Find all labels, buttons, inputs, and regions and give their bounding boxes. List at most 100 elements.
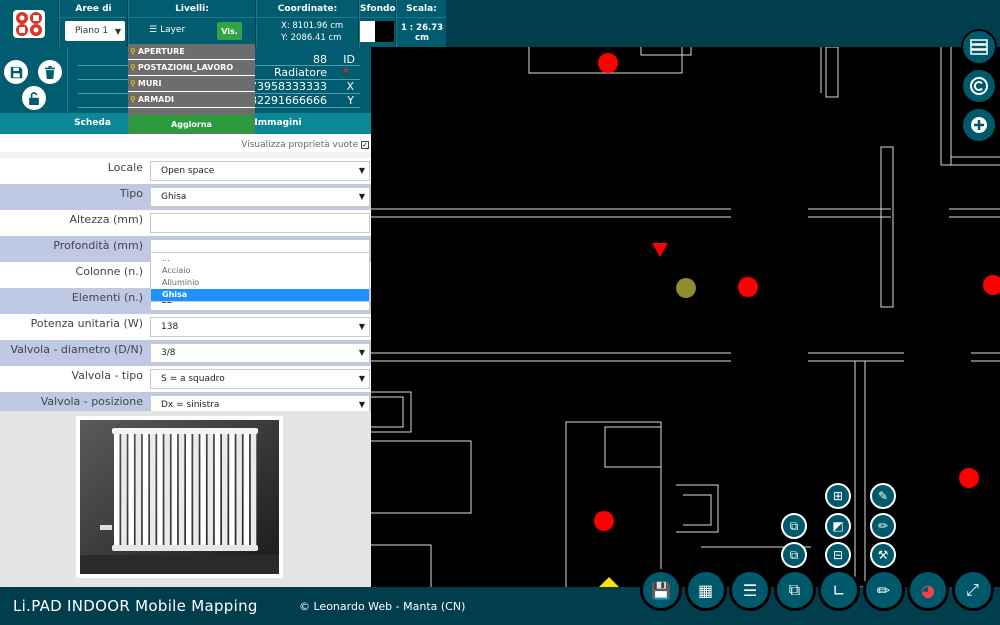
- layer-item-label: ARMADI: [137, 94, 174, 104]
- white-swatch[interactable]: [360, 21, 375, 42]
- edit-shape-icon: ◩: [832, 519, 844, 533]
- delete-shape-button[interactable]: ⊟: [825, 542, 851, 568]
- piano-select[interactable]: Piano 1 ▼: [65, 21, 125, 41]
- list-icon: ☰: [149, 25, 158, 35]
- delete-shape-icon: ⊟: [832, 548, 844, 562]
- chevron-down-icon: ▼: [358, 166, 365, 175]
- floor-plan[interactable]: [371, 47, 1000, 587]
- tipo-option[interactable]: Acciaio: [151, 265, 369, 277]
- copyright-button[interactable]: [961, 68, 997, 104]
- y-label: Y: [347, 94, 354, 107]
- layer-label: Layer: [160, 25, 186, 35]
- duplicate-element-button[interactable]: ⧉: [781, 542, 807, 568]
- edit-shape-button[interactable]: ◩: [825, 513, 851, 539]
- map-pin-icon: ⚲: [130, 46, 136, 56]
- radiator-tube: [214, 430, 221, 550]
- radiator-tube: [157, 430, 163, 550]
- draw-line-button[interactable]: ✏: [870, 513, 896, 539]
- scala-value: 1 : 26.73 cm: [400, 23, 444, 43]
- app-logo[interactable]: [0, 0, 58, 47]
- radiator-tube: [236, 430, 242, 550]
- pencil-button[interactable]: ✏: [862, 569, 905, 611]
- pie-chart-button[interactable]: ◕: [907, 569, 949, 611]
- field-label: Profondità (mm): [53, 239, 143, 252]
- map-canvas[interactable]: [371, 47, 1000, 587]
- selected-radiator-marker[interactable]: [676, 278, 696, 298]
- unlock-button[interactable]: [22, 86, 46, 110]
- copy-element-button[interactable]: ⧉: [781, 513, 807, 539]
- aggiorna-button[interactable]: Aggiorna: [129, 115, 254, 133]
- measure-button[interactable]: ⚒: [870, 542, 896, 568]
- trash-icon: [45, 65, 55, 79]
- pie-chart-icon: ◕: [921, 580, 935, 600]
- coord-x: X: 8101.96 cm: [281, 21, 344, 31]
- radiator-tube: [114, 430, 120, 550]
- livelli-label: Livelli:: [129, 0, 255, 18]
- tipo-option[interactable]: Ghisa: [151, 289, 369, 301]
- sfondo-label: Sfondo:: [360, 0, 399, 18]
- save-button[interactable]: 💾: [640, 569, 682, 611]
- field-select[interactable]: Ghisa ▼: [150, 187, 370, 207]
- edit-tool-icon: ✎: [877, 489, 889, 503]
- radiator-marker[interactable]: [983, 275, 1000, 295]
- layer-item[interactable]: ⚲ APERTURE: [128, 44, 255, 60]
- radiator-marker[interactable]: [959, 468, 979, 488]
- fullscreen-button[interactable]: ⤢: [951, 569, 994, 611]
- tipo-option[interactable]: Alluminio: [151, 277, 369, 289]
- aree-label: Aree di rilievo:: [60, 0, 127, 32]
- opening-marker[interactable]: [652, 243, 668, 257]
- visualizza-label: Visualizza proprietà vuote: [241, 140, 359, 150]
- field-value: Open space: [161, 166, 215, 176]
- black-swatch[interactable]: [375, 21, 394, 42]
- angle-button[interactable]: ∟: [818, 569, 860, 611]
- visualizza-row[interactable]: Visualizza proprietà vuote ✓: [0, 138, 371, 152]
- radiator-marker[interactable]: [594, 511, 614, 531]
- field-label: Altezza (mm): [69, 213, 143, 226]
- layers-button[interactable]: [961, 29, 997, 65]
- workstation-marker[interactable]: [599, 577, 619, 587]
- layer-item[interactable]: ⚲ POSTAZIONI_LAVORO: [128, 60, 255, 76]
- tipo-options-list: ... Acciaio Alluminio Ghisa: [150, 252, 370, 302]
- layer-toggle[interactable]: ☰ Layer: [149, 25, 185, 35]
- form-row: Locale Open space ▼: [0, 158, 371, 184]
- add-element-button[interactable]: ⊞: [825, 483, 851, 509]
- layer-item[interactable]: ⚲ MURI: [128, 76, 255, 92]
- radiator-tube: [207, 430, 214, 550]
- y-value: 282291666666: [243, 94, 327, 107]
- measure-icon: ⚒: [877, 548, 889, 562]
- field-select[interactable]: 138 ▼: [150, 317, 370, 337]
- field-select[interactable]: S = a squadro ▼: [150, 369, 370, 389]
- chevron-down-icon: ▼: [114, 26, 121, 36]
- radiator-tube: [222, 430, 228, 550]
- delete-record-button[interactable]: [38, 60, 62, 84]
- vis-button[interactable]: Vis.: [217, 22, 242, 40]
- radiator-tube: [200, 430, 206, 550]
- field-select[interactable]: Open space ▼: [150, 161, 370, 181]
- save-record-button[interactable]: [4, 60, 28, 84]
- field-select[interactable]: 3/8 ▼: [150, 343, 370, 363]
- copy-button[interactable]: ⧉: [773, 569, 816, 611]
- layers-edit-button[interactable]: ☰: [729, 569, 771, 611]
- close-icon[interactable]: ✕: [342, 66, 350, 77]
- top-toolbar: Aree di rilievo: Piano 1 ▼ Livelli: ☰ Lay…: [0, 0, 1000, 47]
- zoom-in-button[interactable]: [961, 107, 997, 143]
- copy-icon: ⧉: [788, 580, 801, 599]
- checkbox-icon[interactable]: ✓: [361, 141, 369, 149]
- layer-item-label: POSTAZIONI_LAVORO: [137, 62, 234, 72]
- background-toggle[interactable]: [360, 21, 394, 42]
- layer-item-label: MURI: [137, 78, 162, 88]
- radiator-marker[interactable]: [738, 277, 758, 297]
- field-label: Tipo: [119, 187, 143, 200]
- duplicate-icon: ⧉: [789, 547, 799, 562]
- layers-icon: [970, 39, 988, 55]
- grid-button[interactable]: ▦: [684, 569, 727, 611]
- tipo-option[interactable]: ...: [151, 253, 369, 265]
- edit-tool-button[interactable]: ✎: [870, 483, 896, 509]
- radiator-marker[interactable]: [598, 53, 618, 73]
- layer-item[interactable]: ⚲ ARMADI: [128, 92, 255, 108]
- field-label: Elementi (n.): [71, 291, 143, 304]
- radiator-tube: [229, 430, 235, 550]
- radiator-tube: [121, 430, 127, 550]
- radiator-tube: [186, 430, 192, 550]
- field-input[interactable]: [150, 213, 370, 233]
